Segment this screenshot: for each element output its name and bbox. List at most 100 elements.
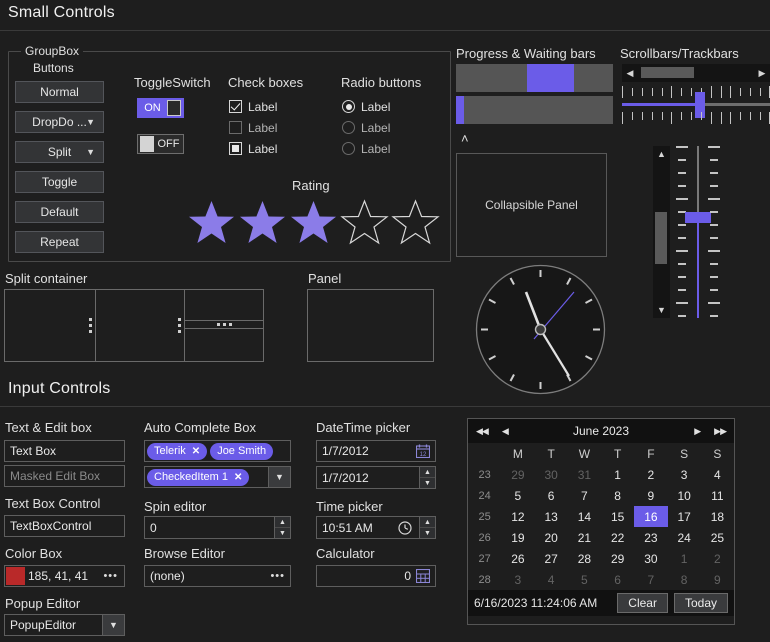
toggleswitch-on[interactable]: ON [137,98,184,118]
horizontal-trackbar-thumb[interactable] [695,92,705,118]
button-normal[interactable]: Normal [15,81,104,103]
calendar-prev-icon[interactable]: ◀ [502,426,509,437]
scroll-right-arrow-icon[interactable]: ▶ [754,68,770,79]
star-filled-icon[interactable] [186,198,237,248]
calendar-day[interactable]: 9 [701,569,734,590]
button-default[interactable]: Default [15,201,104,223]
browse-editor[interactable]: (none) ••• [144,565,291,587]
radio-row-1[interactable]: Label [342,96,390,117]
datetime-picker-1[interactable]: 1/7/2012 12 [316,440,436,462]
split-handle-vertical-1[interactable] [86,290,95,361]
calculator-icon[interactable] [416,569,430,583]
radio-row-2[interactable]: Label [342,117,390,138]
calendar-day[interactable]: 3 [668,464,701,485]
calendar-day[interactable]: 11 [701,485,734,506]
split-handle-horizontal[interactable] [185,320,263,329]
popup-editor-dropdown-icon[interactable]: ▼ [102,615,124,635]
radio-empty-icon[interactable] [342,121,355,134]
calendar-day[interactable]: 14 [568,506,601,527]
calendar-day[interactable]: 6 [601,569,634,590]
calendar-today-button[interactable]: Today [673,593,728,613]
ellipsis-icon[interactable]: ••• [103,570,124,582]
calendar-day[interactable]: 24 [668,527,701,548]
horizontal-scroll-thumb[interactable] [641,67,694,78]
calendar-day[interactable]: 8 [668,569,701,590]
calendar-day[interactable]: 30 [535,464,568,485]
checkbox-row-2[interactable]: Label [229,117,277,138]
datetime-picker-stepper[interactable]: ▲ ▼ [419,467,435,488]
token-joe-smith[interactable]: Joe Smith [210,442,274,460]
scroll-left-arrow-icon[interactable]: ◀ [622,68,638,79]
star-empty-icon[interactable] [390,198,441,248]
checkbox-indeterminate-icon[interactable] [229,142,242,155]
calendar-day[interactable]: 7 [568,485,601,506]
time-picker-stepper[interactable]: ▲ ▼ [419,517,435,538]
button-dropdown[interactable]: DropDo ... ▼ [15,111,104,133]
star-empty-icon[interactable] [339,198,390,248]
calendar-day[interactable]: 26 [501,548,534,569]
textbox-control-input[interactable]: TextBoxControl [4,515,125,537]
radio-empty-icon[interactable] [342,142,355,155]
token-close-icon[interactable]: ✕ [192,446,200,457]
calendar-next-icon[interactable]: ▶ [694,426,701,437]
horizontal-scrollbar[interactable]: ◀ ▶ [622,64,770,82]
star-filled-icon[interactable] [288,198,339,248]
calendar-day[interactable]: 5 [568,569,601,590]
popup-editor[interactable]: PopupEditor ▼ [4,614,125,636]
calendar-day[interactable]: 2 [634,464,667,485]
token-checkeditem-1[interactable]: CheckedItem 1 ✕ [147,468,250,486]
calendar-day[interactable]: 25 [701,527,734,548]
calculator-field[interactable]: 0 [316,565,436,587]
calendar-day[interactable]: 29 [501,464,534,485]
calendar-day[interactable]: 9 [634,485,667,506]
star-filled-icon[interactable] [237,198,288,248]
spin-up-icon[interactable]: ▲ [420,467,435,478]
calendar-day[interactable]: 20 [535,527,568,548]
radio-row-3[interactable]: Label [342,138,390,159]
calendar-day[interactable]: 2 [701,548,734,569]
clock-icon[interactable] [398,520,412,535]
autocomplete-box-1[interactable]: Telerik ✕ Joe Smith [144,440,291,462]
calendar-day[interactable]: 8 [601,485,634,506]
autocomplete-box-2[interactable]: CheckedItem 1 ✕ ▼ [144,466,291,488]
calendar-day[interactable]: 7 [634,569,667,590]
text-box-input[interactable]: Text Box [4,440,125,462]
calendar-day[interactable]: 1 [668,548,701,569]
calendar-day[interactable]: 12 [501,506,534,527]
vertical-trackbar[interactable] [676,146,720,318]
calendar[interactable]: ◀◀ ◀ June 2023 ▶ ▶▶ M T W T F S S 23 29 … [467,418,735,625]
autocomplete-dropdown-icon[interactable]: ▼ [268,467,290,487]
calendar-clear-button[interactable]: Clear [617,593,668,613]
calendar-day[interactable]: 10 [668,485,701,506]
calendar-month-label[interactable]: June 2023 [573,424,629,438]
calendar-day[interactable]: 29 [601,548,634,569]
collapsible-panel[interactable]: Collapsible Panel [456,153,607,257]
token-telerik[interactable]: Telerik ✕ [147,442,208,460]
checkbox-row-1[interactable]: Label [229,96,277,117]
checkbox-checked-icon[interactable] [229,100,242,113]
calendar-day-selected[interactable]: 16 [634,506,668,527]
calendar-day[interactable]: 21 [568,527,601,548]
calendar-day[interactable]: 4 [701,464,734,485]
button-toggle[interactable]: Toggle [15,171,104,193]
spin-editor[interactable]: 0 ▲ ▼ [144,516,291,539]
calendar-day[interactable]: 23 [634,527,667,548]
calendar-day[interactable]: 6 [535,485,568,506]
calendar-icon[interactable]: 12 [416,444,430,458]
time-picker[interactable]: 10:51 AM ▲ ▼ [316,516,436,539]
scroll-down-arrow-icon[interactable]: ▼ [653,302,670,318]
calendar-first-icon[interactable]: ◀◀ [476,426,489,437]
calendar-day[interactable]: 18 [701,506,734,527]
horizontal-trackbar[interactable] [622,86,770,124]
calendar-last-icon[interactable]: ▶▶ [714,426,727,437]
calendar-day[interactable]: 30 [634,548,667,569]
calendar-day[interactable]: 15 [601,506,634,527]
calendar-day[interactable]: 28 [568,548,601,569]
checkbox-row-3[interactable]: Label [229,138,277,159]
collapse-expander-icon[interactable]: ˄ [461,131,469,146]
spin-editor-stepper[interactable]: ▲ ▼ [274,517,290,538]
spin-up-icon[interactable]: ▲ [420,517,435,528]
masked-edit-box-input[interactable]: Masked Edit Box [4,465,125,487]
button-repeat[interactable]: Repeat [15,231,104,253]
calendar-day[interactable]: 5 [501,485,534,506]
